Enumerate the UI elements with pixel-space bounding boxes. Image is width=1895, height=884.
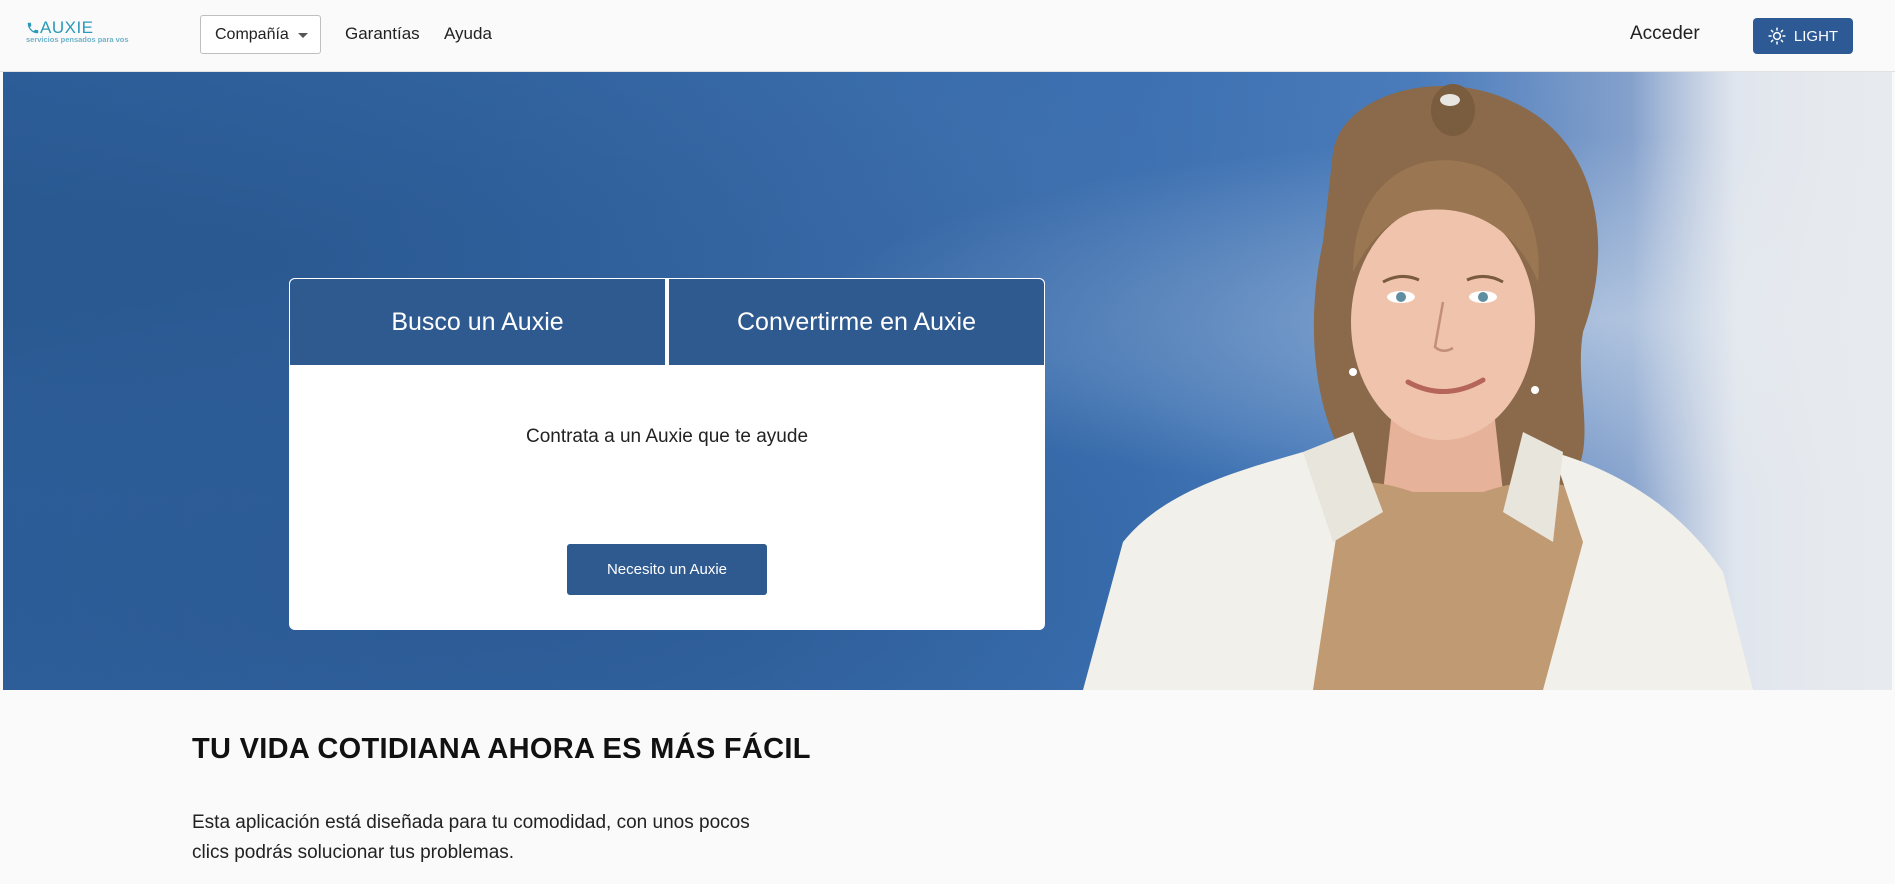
section-description: Esta aplicación está diseñada para tu co… — [192, 812, 750, 863]
top-navbar: AUXIE servicios pensados para vos Compañ… — [0, 0, 1895, 72]
theme-toggle-label: LIGHT — [1793, 27, 1839, 45]
nav-guarantees-link[interactable]: Garantías — [345, 24, 420, 44]
company-dropdown[interactable]: Compañía — [200, 15, 321, 54]
phone-icon — [27, 22, 39, 34]
login-link[interactable]: Acceder — [1630, 23, 1700, 45]
section-title: TU VIDA COTIDIANA AHORA ES MÁS FÁCIL — [192, 733, 811, 765]
tab-find-auxie[interactable]: Busco un Auxie — [289, 278, 666, 366]
sun-icon — [1768, 27, 1786, 45]
company-dropdown-label: Compañía — [215, 25, 289, 43]
caret-down-icon — [298, 33, 308, 38]
hero-banner: Busco un Auxie Convertirme en Auxie Cont… — [3, 72, 1892, 690]
card-description: Contrata a un Auxie que te ayude — [525, 426, 809, 447]
hero-person-image — [1083, 84, 1753, 690]
logo-tagline: servicios pensados para vos — [26, 35, 129, 44]
service-selector-card: Busco un Auxie Convertirme en Auxie Cont… — [289, 278, 1045, 630]
auxie-logo[interactable]: AUXIE servicios pensados para vos — [26, 18, 146, 48]
theme-toggle-button[interactable]: LIGHT — [1753, 18, 1853, 54]
need-auxie-button[interactable]: Necesito un Auxie — [567, 544, 767, 595]
nav-help-link[interactable]: Ayuda — [444, 24, 492, 44]
tab-become-auxie[interactable]: Convertirme en Auxie — [668, 278, 1045, 366]
